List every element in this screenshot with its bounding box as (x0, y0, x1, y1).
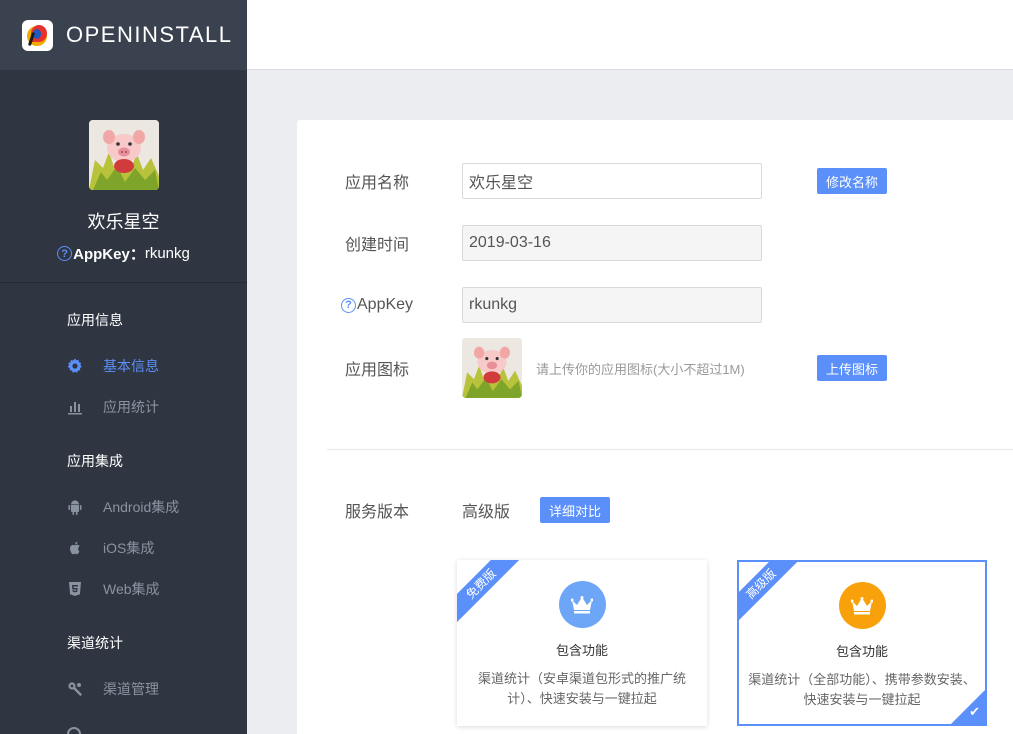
app-name-label: 应用名称 (345, 175, 410, 192)
nav-section-title: 渠道统计 (67, 635, 123, 651)
crown-icon (838, 582, 886, 629)
sidebar-item-label: Android集成 (103, 498, 180, 515)
plan-card-free[interactable]: 免费版 包含功能 渠道统计（安卓渠道包形式的推广统计）、快速安装与一键拉起 (457, 560, 707, 726)
apple-icon (67, 540, 83, 556)
sidebar-item-label: 基本信息 (103, 357, 159, 374)
android-icon (67, 499, 83, 515)
created-time-field: 2019-03-16 (462, 225, 762, 261)
bar-chart-icon (67, 399, 83, 415)
sidebar-item-label: Web集成 (103, 580, 160, 597)
icon-upload-hint: 请上传你的应用图标(大小不超过1M) (536, 361, 745, 377)
brand-name: OPENINSTALL (66, 22, 233, 47)
section-divider (327, 449, 1013, 450)
appkey-label-text: AppKey (357, 296, 414, 313)
help-icon[interactable]: ? (341, 297, 356, 313)
app-name-input[interactable] (462, 163, 762, 199)
app-profile: 欢乐星空 ? AppKey： rkunkg (0, 70, 247, 283)
created-time-row: 创建时间 2019-03-16 (345, 225, 762, 261)
sidebar: OPENINSTALL 欢乐星空 ? AppKey： rkunkg 应用信息 基… (0, 0, 247, 734)
app-name: 欢乐星空 (87, 212, 160, 232)
app-icon-row: 应用图标 请上传你的应用图标(大小不超过1M) 上传图标 (345, 338, 888, 398)
gear-icon (67, 358, 83, 374)
sidebar-item-channel-management[interactable]: 渠道管理 (0, 668, 247, 709)
upload-icon-button[interactable]: 上传图标 (817, 355, 888, 381)
nav-section-title: 应用信息 (67, 312, 123, 328)
sidebar-item-label: 应用统计 (103, 398, 159, 415)
app-icon-image (462, 338, 522, 398)
openinstall-logo-icon (22, 19, 53, 51)
rename-button[interactable]: 修改名称 (817, 168, 888, 194)
app-name-row: 应用名称 修改名称 (345, 163, 888, 199)
plan-description: 渠道统计（全部功能）、携带参数安装、快速安装与一键拉起 (748, 672, 976, 707)
sidebar-item-label: iOS集成 (103, 539, 155, 556)
appkey-field: rkunkg (462, 287, 762, 323)
help-icon[interactable]: ? (57, 246, 73, 261)
nav-section-app-info: 应用信息 基本信息 应用统计 (0, 283, 247, 427)
appkey-label: AppKey： (73, 246, 145, 263)
service-version-label: 服务版本 (345, 504, 410, 521)
created-time-label: 创建时间 (345, 237, 410, 254)
sidebar-item-ios[interactable]: iOS集成 (0, 527, 247, 568)
plan-title: 包含功能 (835, 644, 888, 659)
top-header (247, 0, 1013, 70)
html5-icon (67, 581, 83, 597)
plan-badge: 免费版 (457, 560, 524, 627)
next-nav-icon (67, 727, 81, 734)
plan-description: 渠道统计（安卓渠道包形式的推广统计）、快速安装与一键拉起 (477, 671, 686, 706)
current-version: 高级版 (462, 504, 511, 521)
appkey-row: ? AppKey rkunkg (341, 287, 762, 323)
appkey-display: ? AppKey： rkunkg (57, 243, 190, 264)
app-icon-label: 应用图标 (345, 362, 410, 379)
sidebar-item-label: 渠道管理 (103, 680, 159, 697)
sidebar-item-web[interactable]: Web集成 (0, 568, 247, 609)
sidebar-item-app-stats[interactable]: 应用统计 (0, 386, 247, 427)
compare-button[interactable]: 详细对比 (540, 497, 611, 523)
crown-icon (558, 581, 606, 628)
nav-section-title: 应用集成 (67, 453, 123, 469)
nav-section-channel-stats: 渠道统计 渠道管理 (0, 609, 247, 709)
plan-badge: 高级版 (739, 562, 804, 627)
appkey-value: rkunkg (144, 245, 190, 262)
nav-section-integration: 应用集成 Android集成 iOS集成 Web集成 (0, 427, 247, 609)
app-info-card: 应用名称 修改名称 创建时间 2019-03-16 ? AppKey rkunk… (297, 120, 1013, 734)
wrench-icon (67, 681, 83, 697)
sidebar-item-android[interactable]: Android集成 (0, 486, 247, 527)
service-version-row: 服务版本 高级版 详细对比 (345, 497, 611, 523)
sidebar-item-basic-info[interactable]: 基本信息 (0, 345, 247, 386)
logo-bar: OPENINSTALL (0, 0, 247, 70)
checkmark-icon: ✔ (969, 704, 980, 719)
appkey-label: ? AppKey (341, 296, 462, 314)
plan-card-premium[interactable]: 高级版 包含功能 渠道统计（全部功能）、携带参数安装、快速安装与一键拉起 ✔ (737, 560, 987, 726)
plan-title: 包含功能 (555, 643, 608, 658)
app-avatar (88, 120, 159, 190)
